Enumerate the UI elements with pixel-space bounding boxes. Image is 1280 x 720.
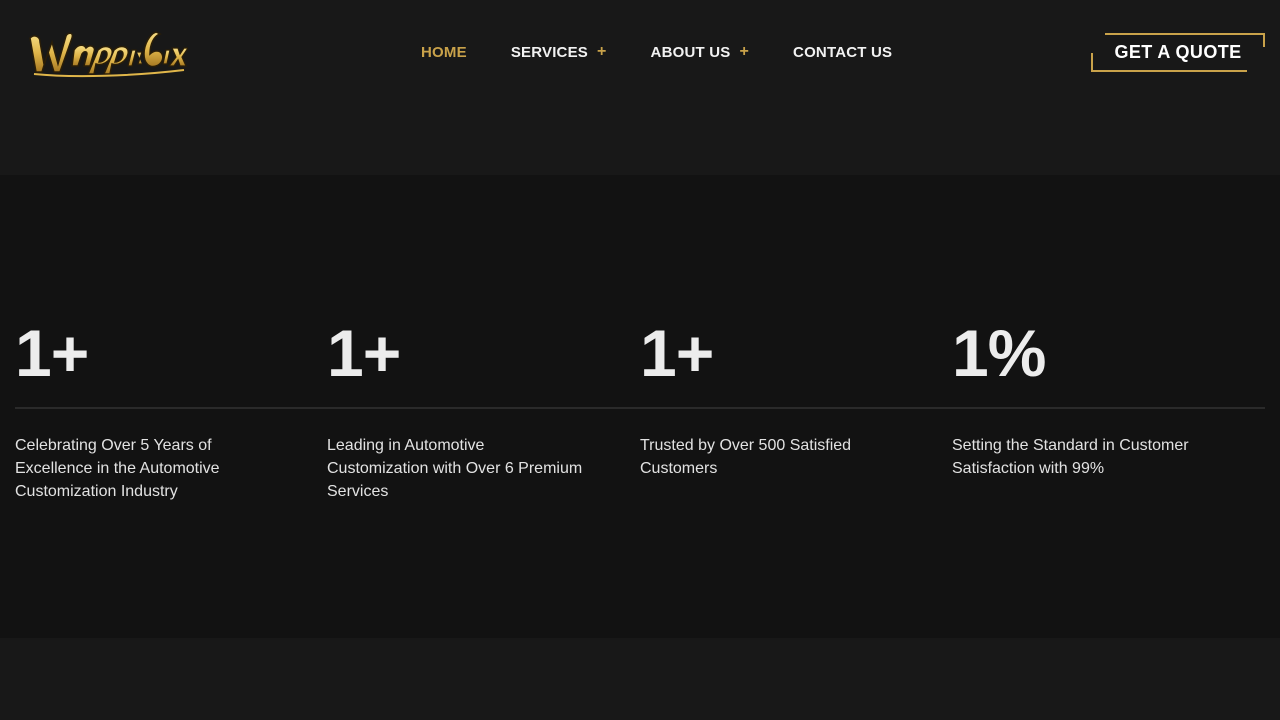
stats-divider — [15, 407, 1265, 409]
wraps-in-6ix-logo[interactable] — [24, 20, 190, 80]
nav-item-home[interactable]: HOME — [421, 44, 467, 61]
nav-item-contact-us[interactable]: CONTACT US — [793, 44, 892, 61]
stat-number: 1+ — [15, 316, 89, 390]
stat-number: 1% — [952, 316, 1046, 390]
main-nav: HOME SERVICES + ABOUT US + CONTACT US — [421, 40, 936, 64]
stat-description: Leading in Automotive Customization with… — [327, 437, 583, 500]
stat-description: Setting the Standard in Customer Satisfa… — [952, 437, 1189, 477]
plus-icon: + — [597, 43, 607, 60]
stat-number: 1+ — [327, 316, 401, 390]
nav-item-label: CONTACT US — [793, 43, 893, 61]
get-a-quote-button[interactable]: GET A QUOTE — [1091, 33, 1265, 72]
get-a-quote-label: GET A QUOTE — [1114, 42, 1242, 62]
nav-item-about-us[interactable]: ABOUT US + — [651, 44, 749, 61]
stat-description: Celebrating Over 5 Years of Excellence i… — [15, 437, 220, 500]
nav-item-services[interactable]: SERVICES + — [511, 44, 607, 61]
stat-number: 1+ — [640, 316, 714, 390]
site-header: HOME SERVICES + ABOUT US + CONTACT US GE… — [0, 0, 1280, 104]
next-section-band — [0, 638, 1280, 720]
nav-item-label: ABOUT US — [650, 43, 731, 61]
stats-section: 1+ Celebrating Over 5 Years of Excellenc… — [0, 175, 1280, 638]
nav-item-label: SERVICES — [510, 43, 588, 61]
stat-description: Trusted by Over 500 Satisfied Customers — [640, 437, 852, 477]
nav-item-label: HOME — [421, 43, 467, 61]
logo-graphic — [29, 31, 190, 78]
plus-icon: + — [739, 43, 750, 60]
